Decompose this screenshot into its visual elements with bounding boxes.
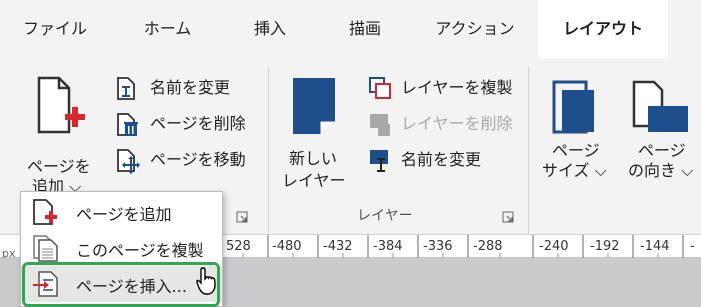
new-layer-label-1: 新しい bbox=[289, 149, 338, 168]
duplicate-layer-icon bbox=[369, 77, 391, 99]
insert-page-highlight bbox=[22, 262, 220, 307]
rename-page-label: 名前を変更 bbox=[150, 78, 231, 97]
add-page-label-1: ページを bbox=[27, 157, 91, 176]
delete-page-label: ページを削除 bbox=[150, 114, 246, 133]
page-orientation-label-1: ページ bbox=[638, 141, 686, 160]
page-orientation-label-2: の向き ⌵ bbox=[628, 161, 694, 180]
page-group-launcher-icon[interactable] bbox=[236, 208, 248, 223]
rename-page-button[interactable]: 名前を変更 bbox=[115, 76, 255, 104]
page-orientation-button[interactable]: ページ の向き ⌵ bbox=[622, 76, 701, 186]
rename-layer-label: 名前を変更 bbox=[401, 150, 482, 169]
hand-cursor-icon bbox=[196, 267, 216, 295]
delete-page-button[interactable]: ページを削除 bbox=[115, 112, 255, 140]
layer-group-label: レイヤー bbox=[357, 208, 413, 224]
add-page-icon bbox=[33, 199, 57, 225]
move-page-icon bbox=[117, 149, 140, 174]
move-page-button[interactable]: ページを移動 bbox=[115, 148, 255, 176]
duplicate-page-icon bbox=[33, 235, 58, 262]
add-page-button[interactable]: ページを 追加 ⌵ bbox=[22, 70, 97, 196]
duplicate-layer-label: レイヤーを複製 bbox=[401, 78, 513, 97]
delete-page-icon bbox=[117, 113, 138, 136]
delete-layer-label: レイヤーを削除 bbox=[401, 114, 513, 133]
new-layer-icon bbox=[293, 78, 335, 134]
page-size-label-2: サイズ ⌵ bbox=[542, 161, 607, 180]
page-size-button[interactable]: ページ サイズ ⌵ bbox=[538, 76, 613, 186]
tab-draw[interactable]: 描画 bbox=[315, 0, 415, 58]
menu-item-label: このページを複製 bbox=[76, 241, 204, 260]
new-layer-button[interactable]: 新しい レイヤー bbox=[280, 70, 350, 195]
rename-page-icon bbox=[117, 77, 135, 100]
page-size-icon bbox=[552, 80, 594, 134]
duplicate-layer-button[interactable]: レイヤーを複製 bbox=[368, 76, 518, 104]
delete-layer-button: レイヤーを削除 bbox=[368, 112, 518, 140]
page-orientation-icon bbox=[632, 80, 688, 132]
tab-action[interactable]: アクション bbox=[415, 0, 535, 58]
page-size-label-1: ページ bbox=[552, 141, 600, 160]
move-page-label: ページを移動 bbox=[150, 150, 246, 169]
menu-item-duplicate-page[interactable]: このページを複製 bbox=[21, 230, 222, 266]
tab-layout[interactable]: レイアウト bbox=[538, 0, 668, 58]
menu-item-label: ページを追加 bbox=[76, 205, 172, 224]
ribbon-tab-bar: ファイル ホーム 挿入 描画 アクション レイアウト bbox=[0, 0, 701, 58]
delete-layer-icon bbox=[370, 114, 390, 136]
rename-layer-icon bbox=[370, 150, 388, 172]
menu-item-add-page[interactable]: ページを追加 bbox=[21, 194, 222, 230]
group-separator-2 bbox=[528, 66, 529, 236]
tab-file[interactable]: ファイル bbox=[0, 0, 110, 58]
tab-home[interactable]: ホーム bbox=[110, 0, 225, 58]
add-page-icon bbox=[37, 76, 85, 134]
tab-insert[interactable]: 挿入 bbox=[225, 0, 315, 58]
layer-group-launcher-icon[interactable] bbox=[502, 208, 514, 223]
group-separator-1 bbox=[268, 66, 269, 236]
new-layer-label-2: レイヤー bbox=[282, 171, 346, 190]
rename-layer-button[interactable]: 名前を変更 bbox=[368, 148, 518, 176]
